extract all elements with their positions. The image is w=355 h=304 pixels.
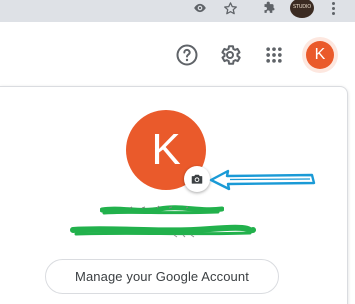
manage-account-button[interactable]: Manage your Google Account bbox=[45, 259, 279, 294]
settings-button[interactable] bbox=[218, 43, 242, 67]
puzzle-icon[interactable] bbox=[261, 0, 277, 16]
extension-avatar[interactable]: STUDIO bbox=[290, 0, 314, 18]
change-photo-button[interactable] bbox=[184, 166, 210, 192]
account-avatar-button[interactable]: K bbox=[302, 37, 338, 73]
account-initial: K bbox=[306, 41, 334, 69]
annotation-arrow bbox=[209, 169, 316, 191]
apps-button[interactable] bbox=[262, 43, 286, 67]
name-redaction bbox=[100, 205, 224, 215]
camera-icon bbox=[191, 174, 203, 184]
browser-toolbar: STUDIO bbox=[0, 0, 355, 22]
help-button[interactable] bbox=[175, 43, 199, 67]
star-icon[interactable] bbox=[222, 0, 238, 16]
gear-icon bbox=[221, 45, 241, 65]
eye-icon[interactable] bbox=[192, 0, 208, 16]
more-vert-icon[interactable] bbox=[330, 0, 336, 16]
apps-grid-icon bbox=[266, 47, 282, 63]
email-redaction bbox=[70, 224, 256, 238]
extension-avatar-text: STUDIO bbox=[293, 4, 311, 10]
help-circle-icon bbox=[176, 44, 198, 66]
